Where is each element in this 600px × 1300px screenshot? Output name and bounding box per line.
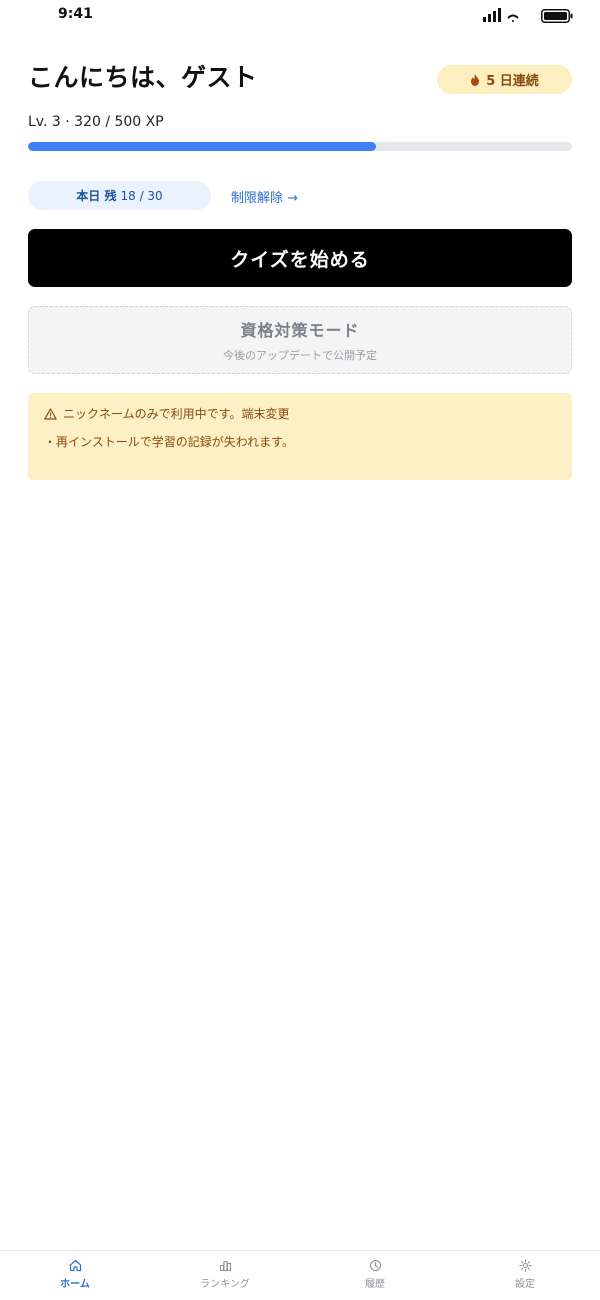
page-title: こんにちは、ゲスト bbox=[28, 63, 258, 92]
nav-item-home[interactable]: ホーム bbox=[0, 1251, 150, 1300]
daily-quota-badge: 本日 残 18 / 30 bbox=[28, 181, 211, 210]
ranking-icon bbox=[219, 1260, 231, 1272]
flame-icon bbox=[471, 73, 480, 86]
quota-value: 18 / 30 bbox=[120, 188, 163, 203]
exam-mode-subtitle: 今後のアップデートで公開予定 bbox=[223, 349, 377, 362]
warning-text-line2: ・再インストールで学習の記録が失われます。 bbox=[44, 435, 294, 449]
exam-mode-title: 資格対策モード bbox=[240, 321, 360, 340]
battery-icon bbox=[541, 9, 573, 23]
nav-label-settings: 設定 bbox=[515, 1279, 535, 1290]
bottom-navigation: ホーム ランキング 履歴 設定 bbox=[0, 1250, 600, 1300]
xp-label: Lv. 3 · 320 / 500 XP bbox=[28, 114, 164, 130]
xp-progress-bar bbox=[28, 142, 572, 151]
streak-badge: 5 日連続 bbox=[437, 65, 572, 94]
nav-item-settings[interactable]: 設定 bbox=[450, 1251, 600, 1300]
signal-icon bbox=[483, 8, 501, 22]
settings-icon bbox=[518, 1259, 532, 1272]
warning-icon bbox=[44, 407, 57, 420]
warning-notice: ニックネームのみで利用中です。端末変更 ・再インストールで学習の記録が失われます… bbox=[28, 393, 572, 480]
nav-item-history[interactable]: 履歴 bbox=[300, 1251, 450, 1300]
quota-label: 本日 残 bbox=[76, 189, 117, 203]
start-quiz-button[interactable]: クイズを始める bbox=[28, 229, 572, 287]
unlock-limit-link[interactable]: 制限解除 → bbox=[231, 187, 298, 206]
warning-text-line1: ニックネームのみで利用中です。端末変更 bbox=[63, 407, 290, 421]
nav-item-ranking[interactable]: ランキング bbox=[150, 1251, 300, 1300]
status-time: 9:41 bbox=[58, 6, 93, 22]
nav-label-history: 履歴 bbox=[365, 1279, 385, 1290]
home-icon bbox=[69, 1259, 81, 1272]
nav-label-ranking: ランキング bbox=[200, 1279, 250, 1290]
status-bar: 9:41 bbox=[0, 0, 600, 32]
wifi-icon bbox=[507, 14, 519, 22]
streak-text: 5 日連続 bbox=[486, 74, 539, 89]
xp-progress-fill bbox=[28, 142, 377, 151]
exam-mode-card: 資格対策モード 今後のアップデートで公開予定 bbox=[28, 306, 572, 374]
nav-label-home: ホーム bbox=[60, 1279, 90, 1290]
history-icon bbox=[369, 1259, 381, 1272]
